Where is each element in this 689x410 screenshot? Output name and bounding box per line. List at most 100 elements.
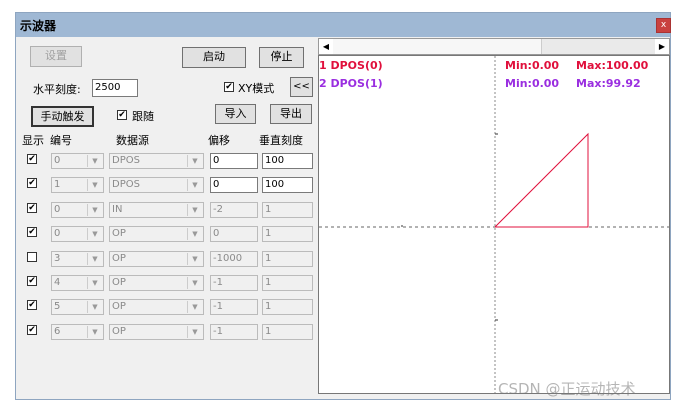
- chevron-down-icon: ▼: [187, 252, 202, 265]
- data-source-select[interactable]: OP ▼: [109, 226, 204, 243]
- vscale-input[interactable]: 100: [262, 177, 313, 194]
- show-checkbox[interactable]: ✔: [27, 276, 37, 286]
- channel-number-select[interactable]: 0 ▼: [51, 201, 104, 218]
- channel-number-select[interactable]: 4 ▼: [51, 275, 104, 291]
- offset-input[interactable]: -1000: [210, 250, 258, 267]
- source-value: OP: [112, 228, 126, 240]
- offset-input[interactable]: -1: [210, 299, 258, 316]
- source-value: OP: [112, 277, 126, 288]
- h-scale-input[interactable]: 2500: [92, 79, 138, 97]
- chevron-down-icon: ▼: [87, 252, 102, 265]
- show-checkbox[interactable]: [27, 251, 37, 262]
- offset-input[interactable]: -1: [210, 275, 258, 291]
- show-checkbox[interactable]: ✔: [27, 178, 37, 189]
- stop-button[interactable]: 停止: [259, 47, 304, 68]
- data-source-select[interactable]: OP ▼: [109, 250, 204, 267]
- number-value: 6: [54, 325, 61, 337]
- channel-row: ✔ 0 ▼ DPOS ▼ 0 100: [16, 152, 316, 172]
- data-source-select[interactable]: OP ▼: [109, 323, 204, 340]
- follow-checkbox[interactable]: ✔: [117, 110, 127, 120]
- chevron-down-icon: ▼: [87, 301, 102, 314]
- channel-row: ✔ 0 ▼ IN ▼ -2 1: [16, 201, 316, 221]
- export-button[interactable]: 导出: [270, 104, 312, 124]
- show-checkbox[interactable]: ✔: [27, 202, 37, 213]
- source-value: DPOS: [112, 155, 140, 166]
- channel-number-select[interactable]: 0 ▼: [51, 153, 104, 169]
- channel-row: ✔ 4 ▼ OP ▼ -1 1: [16, 274, 316, 294]
- close-button[interactable]: x: [656, 18, 671, 33]
- channel-row: ✔ 1 ▼ DPOS ▼ 0 100: [16, 176, 316, 196]
- source-value: OP: [112, 325, 126, 337]
- start-button[interactable]: 启动: [182, 47, 246, 68]
- data-source-select[interactable]: DPOS ▼: [109, 177, 204, 194]
- chevron-down-icon: ▼: [87, 203, 102, 216]
- scroll-left-arrow[interactable]: ◀: [319, 39, 333, 54]
- legend-min: Min:0.00: [505, 59, 560, 72]
- channel-row: 3 ▼ OP ▼ -1000 1: [16, 250, 316, 270]
- vscale-input[interactable]: 1: [262, 226, 313, 243]
- xy-mode-checkbox[interactable]: ✔: [224, 82, 234, 92]
- vscale-input[interactable]: 1: [262, 275, 313, 291]
- watermark: CSDN @正运动技术: [498, 380, 636, 398]
- scroll-thumb[interactable]: [541, 39, 656, 54]
- show-checkbox[interactable]: ✔: [27, 324, 37, 335]
- channel-number-select[interactable]: 6 ▼: [51, 323, 104, 340]
- channel-number-select[interactable]: 3 ▼: [51, 250, 104, 267]
- offset-input[interactable]: -1: [210, 323, 258, 340]
- vscale-input[interactable]: 1: [262, 201, 313, 218]
- vscale-input[interactable]: 1: [262, 299, 313, 316]
- scope-plot[interactable]: 1 DPOS(0) Min:0.00 Max:100.00 2 DPOS(1) M…: [318, 55, 670, 394]
- number-value: 4: [54, 277, 61, 288]
- col-number: 编号: [50, 134, 72, 147]
- manual-trigger-button[interactable]: 手动触发: [31, 106, 94, 127]
- xy-trace: [494, 132, 589, 228]
- chevron-down-icon: ▼: [187, 228, 202, 241]
- show-checkbox[interactable]: ✔: [27, 154, 37, 164]
- horizontal-scrollbar[interactable]: ◀ ▶: [318, 38, 670, 55]
- channel-number-select[interactable]: 5 ▼: [51, 299, 104, 316]
- chevron-down-icon: ▼: [87, 228, 102, 241]
- chevron-down-icon: ▼: [87, 277, 102, 289]
- offset-input[interactable]: 0: [210, 226, 258, 243]
- scroll-right-arrow[interactable]: ▶: [655, 39, 669, 54]
- scroll-track[interactable]: [333, 39, 541, 54]
- vscale-input[interactable]: 100: [262, 153, 313, 169]
- channel-number-select[interactable]: 0 ▼: [51, 226, 104, 243]
- chevron-down-icon: ▼: [187, 301, 202, 314]
- h-scale-label: 水平刻度:: [33, 83, 81, 96]
- chevron-down-icon: ▼: [87, 155, 102, 167]
- collapse-button[interactable]: <<: [290, 77, 313, 97]
- channel-number-select[interactable]: 1 ▼: [51, 177, 104, 194]
- show-checkbox[interactable]: ✔: [27, 300, 37, 311]
- window-title: 示波器: [20, 19, 57, 33]
- data-source-select[interactable]: DPOS ▼: [109, 153, 204, 169]
- number-value: 0: [54, 203, 61, 215]
- offset-input[interactable]: 0: [210, 177, 258, 194]
- number-value: 5: [54, 301, 61, 313]
- show-checkbox[interactable]: ✔: [27, 227, 37, 238]
- vscale-input[interactable]: 1: [262, 250, 313, 267]
- chevron-down-icon: ▼: [187, 155, 202, 167]
- import-button[interactable]: 导入: [215, 104, 256, 124]
- offset-input[interactable]: -2: [210, 201, 258, 218]
- legend-name: 1 DPOS(0): [319, 59, 383, 72]
- offset-input[interactable]: 0: [210, 153, 258, 169]
- chevron-down-icon: ▼: [187, 203, 202, 216]
- data-source-select[interactable]: IN ▼: [109, 201, 204, 218]
- source-value: DPOS: [112, 179, 140, 191]
- chevron-down-icon: ▼: [87, 179, 102, 192]
- chevron-down-icon: ▼: [187, 277, 202, 289]
- number-value: 0: [54, 228, 61, 240]
- data-source-select[interactable]: OP ▼: [109, 299, 204, 316]
- legend-name: 2 DPOS(1): [319, 77, 383, 90]
- col-vscale: 垂直刻度: [259, 134, 303, 147]
- title-bar[interactable]: 示波器 x: [16, 13, 671, 37]
- number-value: 3: [54, 252, 61, 264]
- data-source-select[interactable]: OP ▼: [109, 275, 204, 291]
- source-value: IN: [112, 203, 123, 215]
- chevron-down-icon: ▼: [187, 179, 202, 192]
- settings-button[interactable]: 设置: [30, 46, 82, 67]
- channel-row: ✔ 0 ▼ OP ▼ 0 1: [16, 225, 316, 245]
- vscale-input[interactable]: 1: [262, 323, 313, 340]
- col-offset: 偏移: [208, 134, 230, 147]
